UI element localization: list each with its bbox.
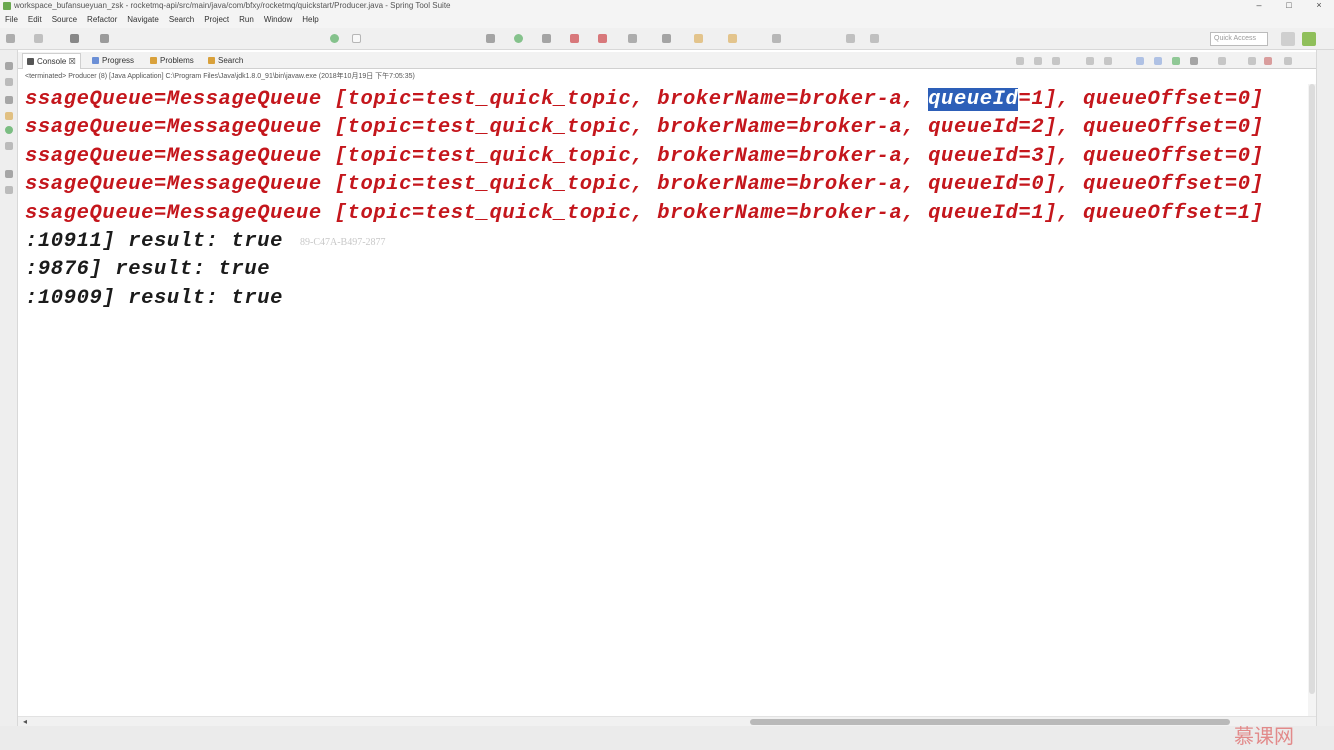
view-menu-icon[interactable] xyxy=(1284,57,1292,65)
spring-perspective-icon[interactable] xyxy=(1302,32,1316,46)
console-line: :10909] result: true xyxy=(25,287,284,310)
tab-problems[interactable]: Problems xyxy=(146,53,198,69)
resume-icon[interactable] xyxy=(514,34,523,43)
console-line: ssageQueue=MessageQueue [topic=test_quic… xyxy=(25,86,1264,114)
word-wrap-icon[interactable] xyxy=(1136,57,1144,65)
console-icon xyxy=(27,58,34,65)
gear-icon[interactable] xyxy=(662,34,671,43)
forward-icon[interactable] xyxy=(870,34,879,43)
progress-icon xyxy=(92,57,99,64)
window-titlebar: workspace_bufansueyuan_zsk - rocketmq-ap… xyxy=(0,0,1334,12)
display-console-icon[interactable] xyxy=(1190,57,1198,65)
menu-bar: File Edit Source Refactor Navigate Search Proj… xyxy=(0,12,1334,28)
menu-refactor[interactable]: Refactor xyxy=(82,12,122,28)
new-console-icon[interactable] xyxy=(1218,57,1226,65)
menu-file[interactable]: File xyxy=(0,12,23,28)
menu-project[interactable]: Project xyxy=(199,12,234,28)
console-line-text: ssageQueue=MessageQueue [topic=test_quic… xyxy=(25,88,929,111)
back-icon[interactable] xyxy=(846,34,855,43)
tab-console-label: Console ☒ xyxy=(37,57,76,66)
console-line: ssageQueue=MessageQueue [topic=test_quic… xyxy=(25,173,1264,196)
console-toggle-icon[interactable] xyxy=(352,34,361,43)
console-launch-info: <terminated> Producer (8) [Java Applicat… xyxy=(18,70,1316,84)
new-icon[interactable] xyxy=(6,34,15,43)
maximize-button[interactable]: □ xyxy=(1279,0,1299,12)
tab-search[interactable]: Search xyxy=(204,53,247,69)
menu-source[interactable]: Source xyxy=(47,12,82,28)
show-stdout-icon[interactable] xyxy=(1154,57,1162,65)
step-icon[interactable] xyxy=(628,34,637,43)
tab-progress-label: Progress xyxy=(102,56,135,65)
disconnect-icon[interactable] xyxy=(598,34,607,43)
maximize-view-icon[interactable] xyxy=(1264,57,1272,65)
skip-icon[interactable] xyxy=(486,34,495,43)
console-output[interactable]: ssageQueue=MessageQueue [topic=test_quic… xyxy=(18,84,1308,716)
status-bar xyxy=(0,726,1334,750)
pin-console-icon[interactable] xyxy=(1172,57,1180,65)
main-toolbar xyxy=(0,28,1334,50)
overlay-watermark-text: 89-C47A-B497-2877 xyxy=(300,237,386,248)
open-task-icon[interactable] xyxy=(728,34,737,43)
tab-problems-label: Problems xyxy=(160,56,194,65)
vertical-scroll-thumb[interactable] xyxy=(1309,84,1315,694)
menu-window[interactable]: Window xyxy=(259,12,297,28)
console-line: :9876] result: true xyxy=(25,258,271,281)
left-trim-bar xyxy=(0,50,18,750)
run-icon[interactable] xyxy=(330,34,339,43)
minimized-view-icon[interactable] xyxy=(5,62,13,70)
open-type-icon[interactable] xyxy=(694,34,703,43)
console-view-tabs: Console ☒ Progress Problems Search xyxy=(18,52,1316,69)
minimize-button[interactable]: – xyxy=(1249,0,1269,12)
menu-help[interactable]: Help xyxy=(297,12,323,28)
app-icon xyxy=(3,2,11,10)
console-line: :10911] result: true xyxy=(25,230,284,253)
console-line: ssageQueue=MessageQueue [topic=test_quic… xyxy=(25,202,1264,225)
inspect-icon[interactable] xyxy=(542,34,551,43)
save-icon[interactable] xyxy=(34,34,43,43)
window-title: workspace_bufansueyuan_zsk - rocketmq-ap… xyxy=(14,1,451,10)
task-list-icon[interactable] xyxy=(5,112,13,120)
build-icon[interactable] xyxy=(100,34,109,43)
minimize-view-icon[interactable] xyxy=(1248,57,1256,65)
debug-icon[interactable] xyxy=(70,34,79,43)
scroll-left-arrow-icon[interactable]: ◂ xyxy=(23,717,27,726)
outline-icon[interactable] xyxy=(5,96,13,104)
open-perspective-icon[interactable] xyxy=(1281,32,1295,46)
console-line: ssageQueue=MessageQueue [topic=test_quic… xyxy=(25,116,1264,139)
tab-progress[interactable]: Progress xyxy=(88,53,138,69)
menu-edit[interactable]: Edit xyxy=(23,12,47,28)
menu-search[interactable]: Search xyxy=(164,12,199,28)
console-line-text: =1], queueOffset=0] xyxy=(1018,88,1264,111)
stop-icon[interactable] xyxy=(570,34,579,43)
search-icon xyxy=(208,57,215,64)
close-button[interactable]: × xyxy=(1309,0,1329,12)
servers-icon[interactable] xyxy=(5,142,13,150)
package-explorer-icon[interactable] xyxy=(5,78,13,86)
horizontal-scroll-thumb[interactable] xyxy=(750,719,1230,725)
remove-all-icon[interactable] xyxy=(1052,57,1060,65)
boot-dashboard-icon[interactable] xyxy=(5,126,13,134)
clear-console-icon[interactable] xyxy=(1086,57,1094,65)
right-trim-bar xyxy=(1316,50,1334,726)
menu-navigate[interactable]: Navigate xyxy=(122,12,164,28)
tab-search-label: Search xyxy=(218,56,244,65)
restore-icon[interactable] xyxy=(5,170,13,178)
problems-icon xyxy=(150,57,157,64)
markers-icon[interactable] xyxy=(5,186,13,194)
console-line: ssageQueue=MessageQueue [topic=test_quic… xyxy=(25,145,1264,168)
selected-text: queueId xyxy=(928,88,1019,111)
remove-launch-icon[interactable] xyxy=(1034,57,1042,65)
scroll-lock-icon[interactable] xyxy=(1104,57,1112,65)
search-icon[interactable] xyxy=(772,34,781,43)
menu-run[interactable]: Run xyxy=(234,12,259,28)
imooc-watermark: 慕课网 xyxy=(1234,724,1294,748)
horizontal-scrollbar[interactable]: ◂ xyxy=(18,716,1316,726)
terminate-icon[interactable] xyxy=(1016,57,1024,65)
vertical-scrollbar[interactable] xyxy=(1308,84,1316,716)
quick-access-input[interactable]: Quick Access xyxy=(1210,32,1268,46)
tab-console[interactable]: Console ☒ xyxy=(22,53,81,69)
